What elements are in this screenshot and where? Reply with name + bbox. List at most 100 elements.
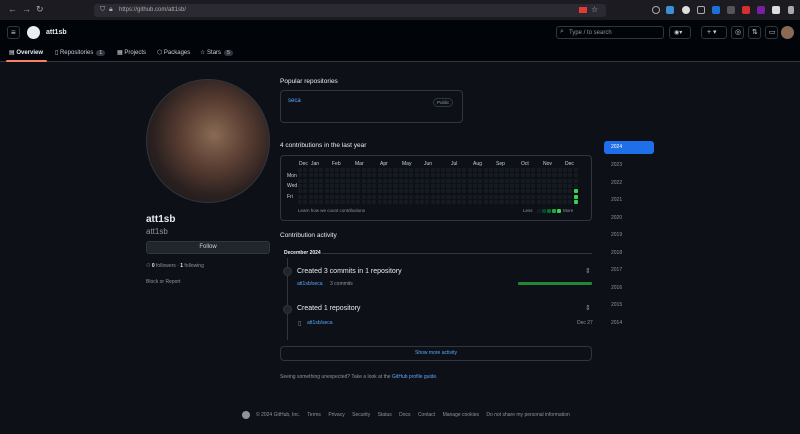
contribution-day[interactable]: [536, 183, 541, 189]
contribution-day[interactable]: [324, 183, 329, 189]
contribution-day[interactable]: [404, 168, 409, 173]
contribution-day[interactable]: [435, 168, 440, 173]
contribution-day[interactable]: [510, 199, 515, 204]
contribution-day[interactable]: [382, 173, 387, 178]
contribution-day[interactable]: [531, 189, 536, 194]
year-item[interactable]: 2017: [604, 267, 654, 273]
contribution-day[interactable]: [419, 168, 425, 173]
contribution-day[interactable]: [510, 194, 515, 199]
contribution-day[interactable]: [462, 194, 467, 199]
contribution-day[interactable]: [419, 173, 425, 178]
contribution-day[interactable]: [547, 183, 552, 189]
contribution-day[interactable]: [393, 189, 398, 194]
contribution-day[interactable]: [425, 183, 430, 189]
contribution-day[interactable]: [483, 183, 488, 189]
contribution-day[interactable]: [520, 194, 525, 199]
contribution-day[interactable]: [541, 183, 546, 189]
contribution-day[interactable]: [398, 168, 403, 173]
contribution-day[interactable]: [298, 168, 303, 173]
contribution-day[interactable]: [510, 168, 515, 173]
contribution-day[interactable]: [525, 168, 531, 173]
contribution-day[interactable]: [361, 173, 366, 178]
contribution-day[interactable]: [563, 173, 568, 178]
contribution-day[interactable]: [303, 189, 308, 194]
contribution-day[interactable]: [335, 178, 340, 183]
followers-label[interactable]: followers: [156, 263, 176, 269]
contribution-day[interactable]: [382, 194, 387, 199]
contribution-day[interactable]: [388, 173, 393, 178]
notifications-button[interactable]: ▭: [765, 26, 778, 39]
contribution-day[interactable]: [345, 189, 350, 194]
contribution-day[interactable]: [398, 194, 403, 199]
tab-overview[interactable]: ▤ Overview: [9, 49, 43, 56]
contribution-day[interactable]: [504, 173, 509, 178]
contribution-day[interactable]: [425, 189, 430, 194]
contribution-day[interactable]: [340, 199, 345, 204]
contribution-day[interactable]: [499, 189, 504, 194]
contribution-day[interactable]: [372, 199, 377, 204]
contribution-day[interactable]: [340, 168, 345, 173]
contribution-day[interactable]: [573, 178, 578, 183]
contribution-day[interactable]: [388, 168, 393, 173]
contribution-day[interactable]: [356, 194, 361, 199]
contribution-day[interactable]: [520, 168, 525, 173]
contribution-day[interactable]: [457, 189, 462, 194]
contribution-day[interactable]: [441, 173, 446, 178]
contribution-day[interactable]: [488, 189, 493, 194]
contribution-day[interactable]: [499, 194, 504, 199]
activity-created-repo-link[interactable]: att1sb/seca: [307, 320, 333, 326]
fold-icon[interactable]: ⇕: [585, 267, 591, 275]
contribution-day[interactable]: [308, 189, 313, 194]
contribution-day[interactable]: [425, 173, 430, 178]
contribution-day[interactable]: [573, 183, 578, 189]
contribution-day[interactable]: [441, 178, 446, 183]
contribution-day[interactable]: [563, 168, 568, 173]
contribution-day[interactable]: [531, 178, 536, 183]
footer-link[interactable]: Do not share my personal information: [486, 412, 569, 418]
contribution-day[interactable]: [435, 178, 440, 183]
contribution-day[interactable]: [483, 168, 488, 173]
create-new-button[interactable]: + ▾: [701, 26, 727, 39]
reload-icon[interactable]: ↻: [36, 4, 44, 15]
contribution-day[interactable]: [430, 183, 435, 189]
contribution-day[interactable]: [409, 189, 414, 194]
contribution-day[interactable]: [536, 194, 541, 199]
extension-icon[interactable]: [682, 6, 690, 14]
contribution-day[interactable]: [377, 178, 382, 183]
contribution-day[interactable]: [313, 194, 319, 199]
contribution-day[interactable]: [425, 178, 430, 183]
forward-icon[interactable]: →: [22, 4, 31, 14]
contribution-day[interactable]: [351, 189, 356, 194]
contribution-day[interactable]: [377, 194, 382, 199]
profile-guide-link[interactable]: GitHub profile guide: [392, 374, 436, 380]
contribution-day[interactable]: [568, 183, 573, 189]
contribution-day[interactable]: [419, 194, 425, 199]
contribution-day[interactable]: [483, 199, 488, 204]
contribution-day[interactable]: [430, 199, 435, 204]
contribution-day[interactable]: [308, 173, 313, 178]
contribution-day[interactable]: [525, 194, 531, 199]
contribution-day[interactable]: [541, 178, 546, 183]
contribution-day[interactable]: [504, 189, 509, 194]
contribution-day[interactable]: [499, 178, 504, 183]
contribution-day[interactable]: [298, 194, 303, 199]
contribution-day[interactable]: [382, 189, 387, 194]
contribution-day[interactable]: [319, 183, 324, 189]
contribution-day[interactable]: [478, 199, 483, 204]
contribution-day[interactable]: [404, 199, 409, 204]
contribution-day[interactable]: [557, 199, 562, 204]
contribution-day[interactable]: [419, 189, 425, 194]
activity-repo-link[interactable]: att1sb/seca: [297, 281, 323, 287]
contribution-day[interactable]: [356, 183, 361, 189]
contribution-day[interactable]: [457, 173, 462, 178]
contribution-day[interactable]: [462, 178, 467, 183]
contribution-day[interactable]: [356, 168, 361, 173]
contribution-day[interactable]: [356, 173, 361, 178]
contribution-day[interactable]: [324, 173, 329, 178]
contribution-day[interactable]: [563, 199, 568, 204]
footer-link[interactable]: Status: [378, 412, 392, 418]
contribution-day[interactable]: [351, 183, 356, 189]
tab-packages[interactable]: ⬡ Packages: [157, 49, 190, 56]
contribution-day[interactable]: [467, 199, 472, 204]
contribution-day[interactable]: [393, 183, 398, 189]
